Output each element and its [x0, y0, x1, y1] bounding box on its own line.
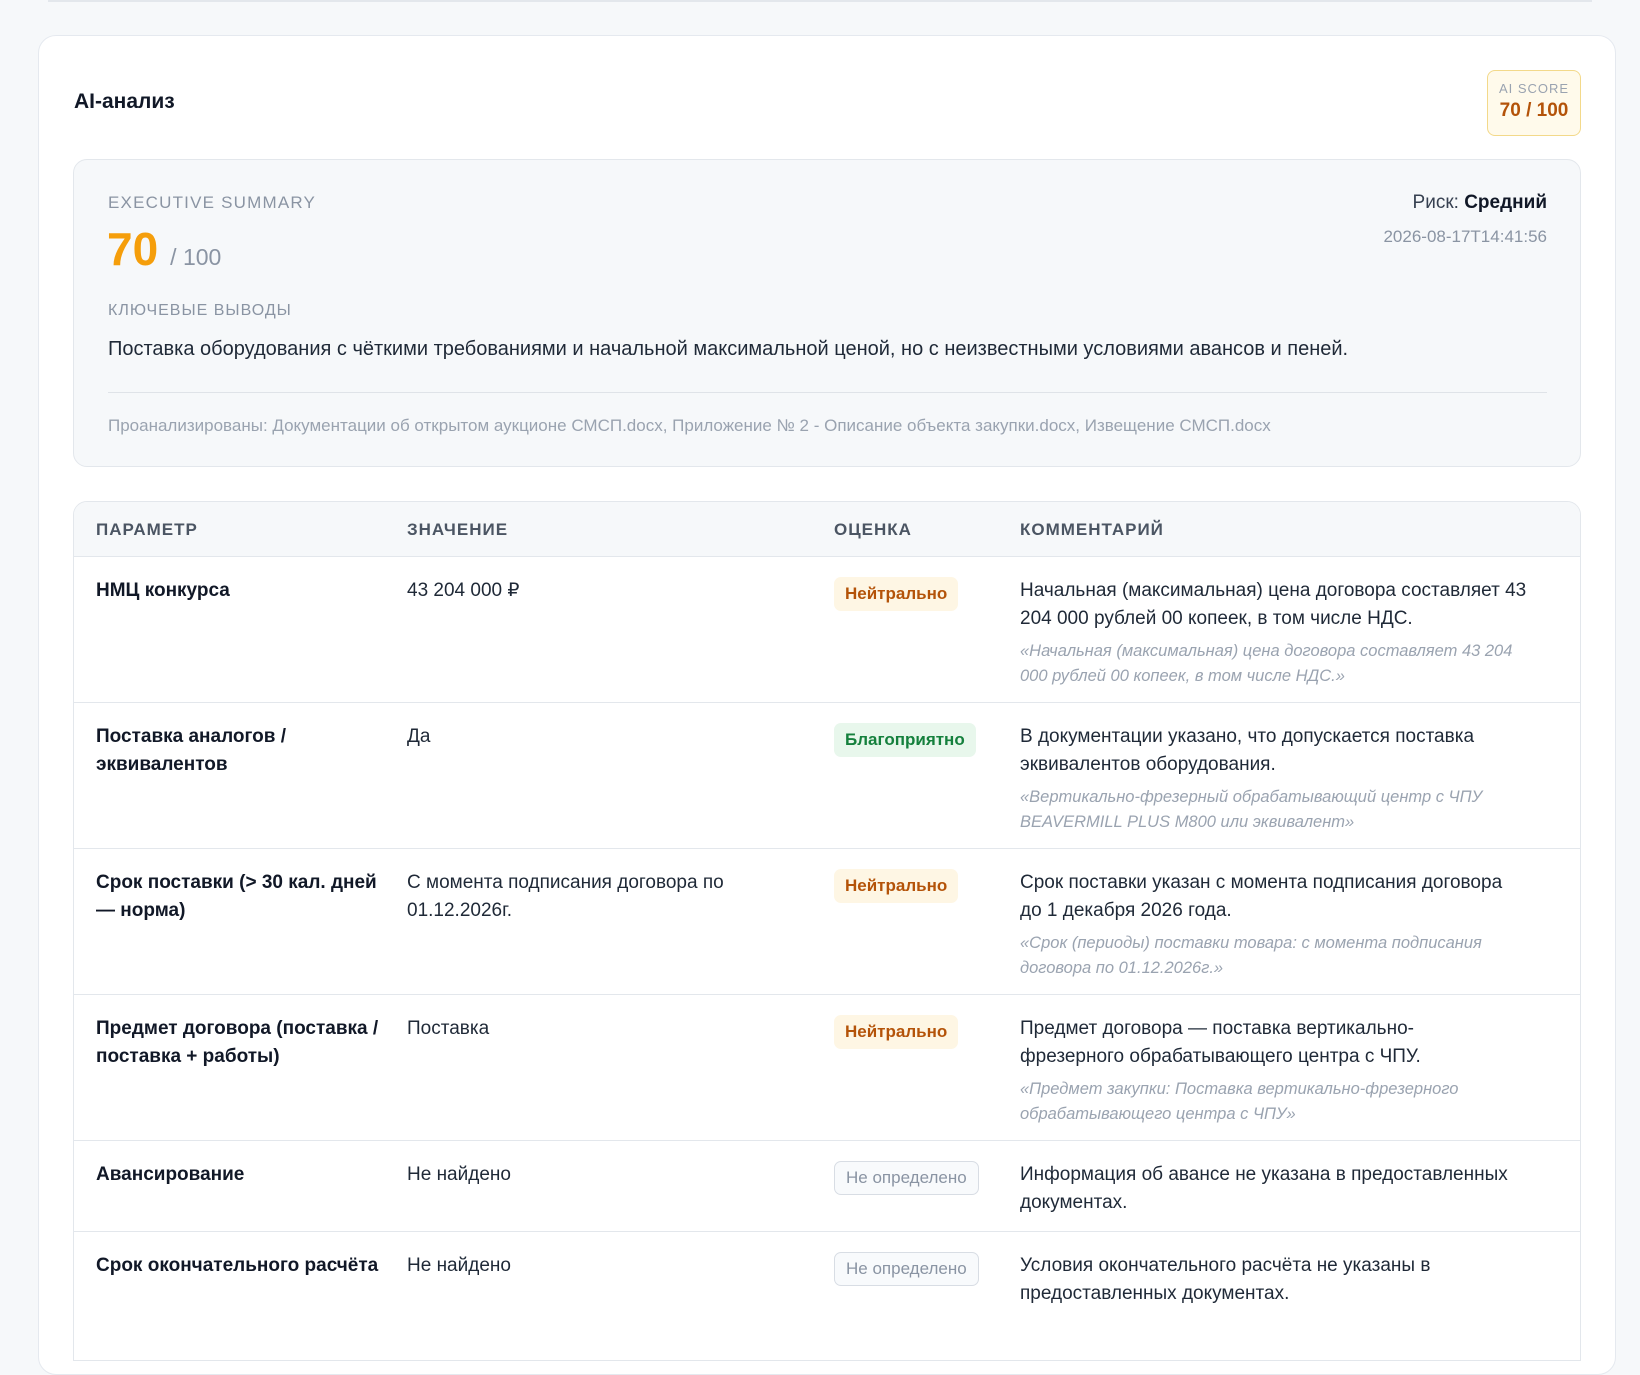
risk-value: Средний	[1464, 192, 1547, 213]
param-cell: Поставка аналогов / эквивалентов	[96, 726, 287, 775]
comment-cell: Информация об авансе не указана в предос…	[1020, 1161, 1520, 1217]
eval-cell: Не определено	[834, 1252, 979, 1286]
comment-cell: Условия окончательного расчёта не указан…	[1020, 1252, 1480, 1308]
value-cell: 43 204 000 ₽	[407, 580, 520, 601]
ai-score-value: 70 / 100	[1499, 100, 1569, 121]
value-cell: Не найдено	[407, 1164, 511, 1185]
comment-quote: «Вертикально-фрезерный обрабатывающий це…	[1020, 788, 1483, 831]
status-badge: Не определено	[834, 1252, 979, 1286]
param-cell: Срок поставки (> 30 кал. дней — норма)	[96, 872, 377, 921]
comment-quote: «Предмет закупки: Поставка вертикально-ф…	[1020, 1080, 1459, 1123]
analysis-table: ПАРАМЕТР ЗНАЧЕНИЕ ОЦЕНКА КОММЕНТАРИЙ НМЦ…	[73, 501, 1581, 1361]
comment-text: Информация об авансе не указана в предос…	[1020, 1164, 1508, 1213]
value-cell: С момента подписания договора по 01.12.2…	[407, 872, 724, 921]
header-value: ЗНАЧЕНИЕ	[407, 520, 509, 539]
table-row: Авансирование Не найдено Не определено И…	[74, 1141, 1580, 1232]
eval-cell: Не определено	[834, 1161, 979, 1195]
eval-cell: Нейтрально	[834, 1015, 959, 1049]
comment-text: Начальная (максимальная) цена договора с…	[1020, 580, 1527, 629]
summary-score-denominator: / 100	[170, 244, 222, 270]
risk-label: Риск:	[1412, 192, 1459, 213]
comment-cell: Срок поставки указан с момента подписани…	[1020, 869, 1520, 981]
summary-score: 70 / 100	[107, 222, 221, 276]
key-findings-label: КЛЮЧЕВЫЕ ВЫВОДЫ	[108, 302, 292, 319]
comment-quote: «Срок (периоды) поставки товара: с момен…	[1020, 934, 1482, 977]
param-cell: Авансирование	[96, 1164, 245, 1185]
summary-label: EXECUTIVE SUMMARY	[108, 193, 317, 212]
comment-text: Срок поставки указан с момента подписани…	[1020, 872, 1503, 921]
table-row: Поставка аналогов / эквивалентов Да Благ…	[74, 703, 1580, 849]
table-row: Предмет договора (поставка / поставка + …	[74, 995, 1580, 1141]
header-param: ПАРАМЕТР	[96, 520, 198, 539]
comment-cell: Начальная (максимальная) цена договора с…	[1020, 577, 1540, 689]
param-cell: Срок окончательного расчёта	[96, 1255, 379, 1276]
value-cell: Поставка	[407, 1018, 490, 1039]
comment-cell: Предмет договора — поставка вертикально-…	[1020, 1015, 1510, 1127]
comment-cell: В документации указано, что допускается …	[1020, 723, 1540, 835]
analyzed-documents: Проанализированы: Документации об открыт…	[108, 416, 1271, 435]
card-title: AI-анализ	[74, 90, 175, 113]
eval-cell: Нейтрально	[834, 577, 959, 611]
eval-cell: Нейтрально	[834, 869, 959, 903]
ai-score-badge: AI SCORE 70 / 100	[1487, 70, 1581, 136]
comment-quote: «Начальная (максимальная) цена договора …	[1020, 642, 1513, 685]
param-cell: НМЦ конкурса	[96, 580, 230, 601]
status-badge: Нейтрально	[834, 869, 959, 903]
header-comment: КОММЕНТАРИЙ	[1020, 520, 1164, 539]
value-cell: Не найдено	[407, 1255, 511, 1276]
executive-summary: EXECUTIVE SUMMARY 70/ 100 Риск: Средний …	[73, 159, 1581, 467]
status-badge: Благоприятно	[834, 723, 976, 757]
comment-text: Условия окончательного расчёта не указан…	[1020, 1255, 1431, 1304]
key-findings-text: Поставка оборудования с чёткими требован…	[108, 338, 1349, 360]
table-row: НМЦ конкурса 43 204 000 ₽ Нейтрально Нач…	[74, 557, 1580, 703]
param-cell: Предмет договора (поставка / поставка + …	[96, 1018, 379, 1067]
table-header: ПАРАМЕТР ЗНАЧЕНИЕ ОЦЕНКА КОММЕНТАРИЙ	[74, 502, 1580, 557]
status-badge: Нейтрально	[834, 1015, 959, 1049]
comment-text: Предмет договора — поставка вертикально-…	[1020, 1018, 1421, 1067]
summary-score-value: 70	[107, 223, 159, 275]
table-row: Срок окончательного расчёта Не найдено Н…	[74, 1232, 1580, 1352]
top-divider	[48, 0, 1592, 2]
status-badge: Нейтрально	[834, 577, 959, 611]
status-badge: Не определено	[834, 1161, 979, 1195]
ai-analysis-card: AI-анализ AI SCORE 70 / 100 EXECUTIVE SU…	[38, 35, 1616, 1375]
eval-cell: Благоприятно	[834, 723, 976, 757]
table-row: Срок поставки (> 30 кал. дней — норма) С…	[74, 849, 1580, 995]
summary-divider	[108, 392, 1547, 393]
risk-level: Риск: Средний	[1413, 192, 1547, 214]
comment-text: В документации указано, что допускается …	[1020, 726, 1475, 775]
header-eval: ОЦЕНКА	[834, 520, 912, 539]
ai-score-label: AI SCORE	[1498, 81, 1570, 96]
summary-timestamp: 2026-08-17T14:41:56	[1383, 227, 1547, 246]
value-cell: Да	[407, 726, 431, 747]
